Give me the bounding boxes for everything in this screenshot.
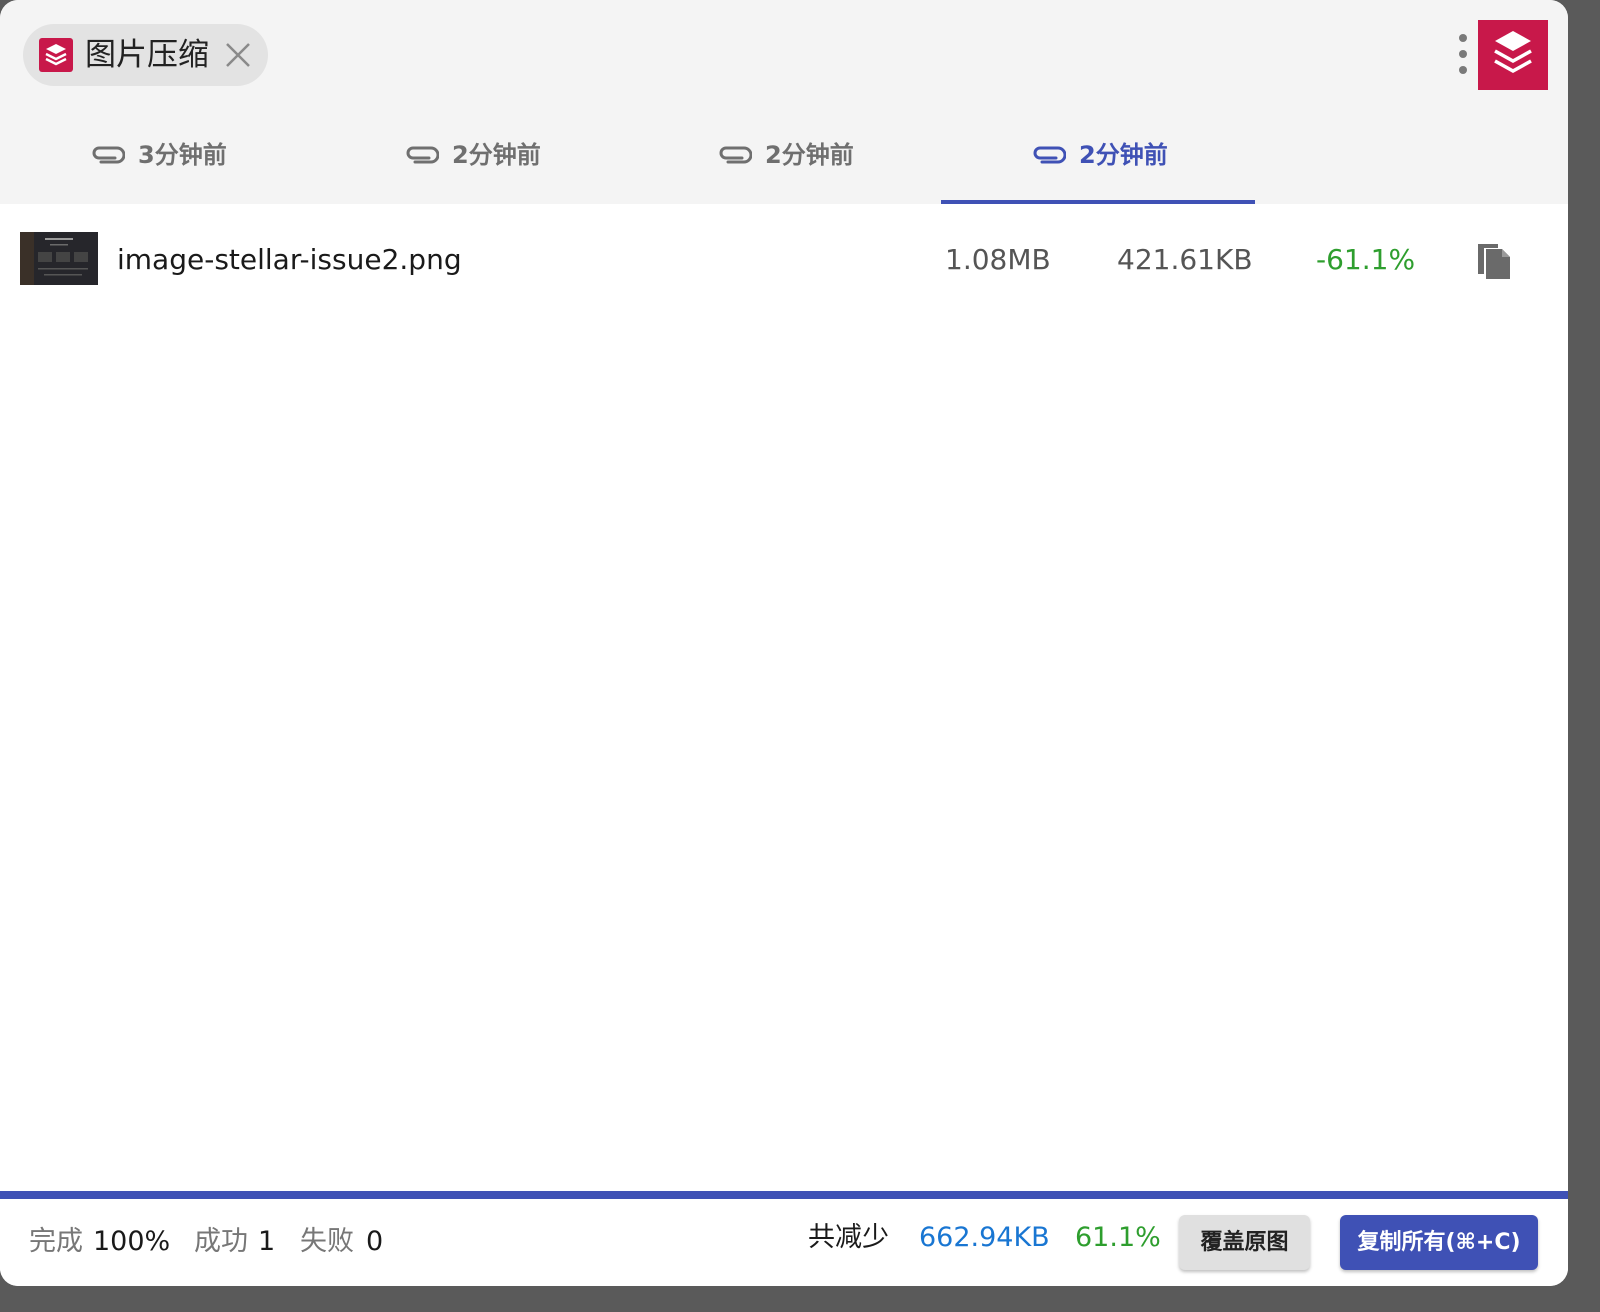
progress-bar bbox=[0, 1191, 1568, 1199]
original-size: 1.08MB bbox=[945, 243, 1051, 276]
fail-value: 0 bbox=[366, 1226, 384, 1257]
layers-icon bbox=[39, 38, 73, 72]
tool-chip-label: 图片压缩 bbox=[85, 37, 209, 73]
copy-file-icon[interactable] bbox=[1476, 240, 1512, 280]
tab-label: 2分钟前 bbox=[452, 141, 541, 169]
complete-value: 100% bbox=[93, 1226, 171, 1257]
active-tab-indicator bbox=[941, 200, 1255, 204]
tab-history-4[interactable]: 2分钟前 bbox=[941, 110, 1255, 204]
compression-ratio: -61.1% bbox=[1316, 243, 1416, 276]
tool-chip[interactable]: 图片压缩 bbox=[23, 24, 268, 86]
file-name: image-stellar-issue2.png bbox=[117, 243, 462, 276]
top-bar: 图片压缩 3分钟前 2分钟前 2分钟前 2分钟前 bbox=[0, 0, 1568, 204]
saved-label: 共减少 bbox=[808, 1222, 889, 1253]
saved-size: 662.94KB bbox=[919, 1222, 1050, 1253]
copy-all-button[interactable]: 复制所有(⌘+C) bbox=[1340, 1215, 1538, 1270]
more-vert-icon[interactable] bbox=[1450, 30, 1476, 80]
fail-label: 失败 bbox=[300, 1226, 354, 1257]
saved-percent: 61.1% bbox=[1075, 1222, 1161, 1253]
tab-label: 2分钟前 bbox=[1079, 141, 1168, 169]
tab-label: 2分钟前 bbox=[765, 141, 854, 169]
success-value: 1 bbox=[258, 1226, 276, 1257]
file-thumbnail bbox=[20, 232, 98, 285]
tab-history-1[interactable]: 3分钟前 bbox=[0, 110, 314, 204]
tab-history-3[interactable]: 2分钟前 bbox=[627, 110, 941, 204]
file-row: image-stellar-issue2.png 1.08MB 421.61KB… bbox=[0, 222, 1568, 298]
history-tabs: 3分钟前 2分钟前 2分钟前 2分钟前 bbox=[0, 110, 1568, 204]
paperclip-icon bbox=[406, 146, 439, 164]
complete-label: 完成 bbox=[29, 1226, 83, 1257]
app-logo[interactable] bbox=[1478, 20, 1548, 90]
paperclip-icon bbox=[1033, 146, 1066, 164]
compressed-size: 421.61KB bbox=[1117, 243, 1253, 276]
tab-history-2[interactable]: 2分钟前 bbox=[314, 110, 628, 204]
close-icon[interactable] bbox=[223, 40, 253, 70]
paperclip-icon bbox=[92, 146, 125, 164]
tab-label: 3分钟前 bbox=[138, 141, 227, 169]
app-window: 图片压缩 3分钟前 2分钟前 2分钟前 2分钟前 image-stellar-i… bbox=[0, 0, 1568, 1286]
success-label: 成功 bbox=[194, 1226, 248, 1257]
status-footer: 完成 100% 成功 1 失败 0 共减少 662.94KB 61.1% 覆盖原… bbox=[0, 1199, 1568, 1286]
overwrite-original-button[interactable]: 覆盖原图 bbox=[1179, 1215, 1310, 1270]
paperclip-icon bbox=[719, 146, 752, 164]
